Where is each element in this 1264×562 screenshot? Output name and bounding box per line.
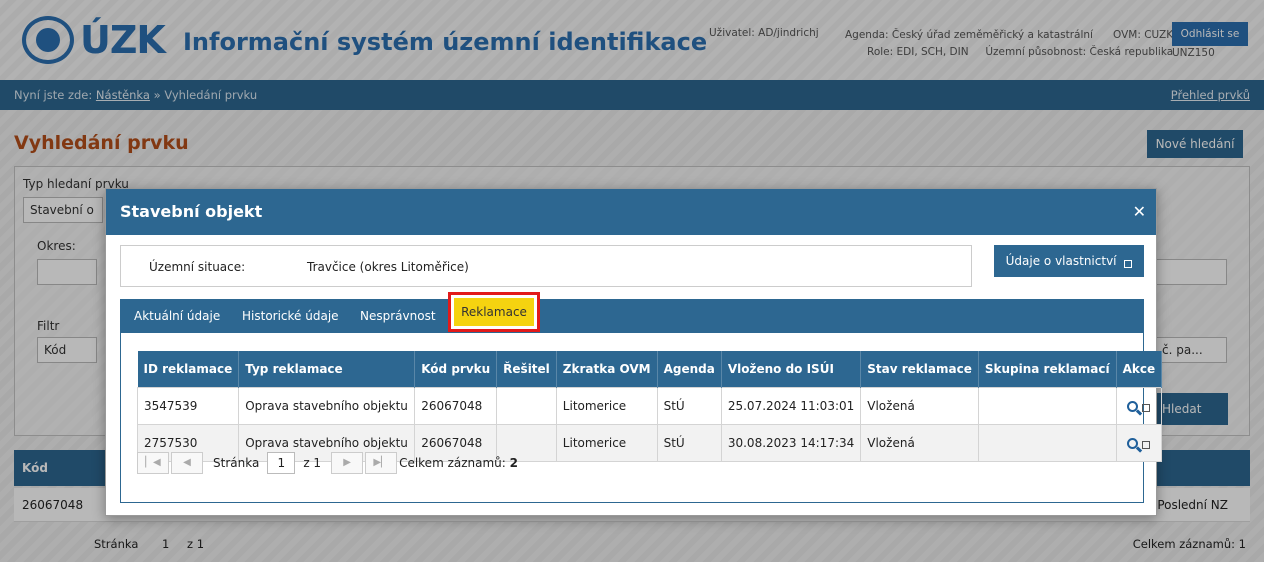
tab-reklamace[interactable]: Reklamace bbox=[448, 292, 540, 332]
col-inserted[interactable]: Vloženo do ISÚI bbox=[721, 351, 862, 387]
cell-group bbox=[977, 423, 1117, 462]
cell-inserted: 25.07.2024 11:03:01 bbox=[720, 386, 862, 425]
stavebni-objekt-dialog: Stavební objekt ✕ Územní situace: Travči… bbox=[105, 188, 1163, 516]
ownership-button-label: Údaje o vlastnictví bbox=[1005, 254, 1117, 268]
col-group[interactable]: Skupina reklamací bbox=[978, 351, 1117, 387]
cell-agenda: StÚ bbox=[656, 386, 722, 425]
cell-inserted: 30.08.2023 14:17:34 bbox=[720, 423, 862, 462]
external-link-icon[interactable] bbox=[1142, 441, 1151, 449]
cell-agenda: StÚ bbox=[656, 423, 722, 462]
table-row: 3547539 Oprava stavebního objektu 260670… bbox=[136, 386, 1163, 425]
first-page-icon[interactable]: ▏◀ bbox=[137, 452, 169, 474]
col-action: Akce bbox=[1116, 351, 1163, 387]
cell-id: 3547539 bbox=[136, 386, 240, 425]
col-ovm[interactable]: Zkratka OVM bbox=[556, 351, 658, 387]
col-solver[interactable]: Řešitel bbox=[496, 351, 557, 387]
pager-page-label: Stránka bbox=[213, 456, 260, 470]
situation-box: Územní situace: Travčice (okres Litoměři… bbox=[120, 245, 972, 287]
cell-ovm: Litomerice bbox=[555, 386, 658, 425]
next-page-icon[interactable]: ▶ bbox=[331, 452, 364, 474]
tab-nespravnost[interactable]: Nesprávnost bbox=[360, 299, 436, 333]
page-number-input[interactable]: 1 bbox=[267, 452, 296, 474]
cell-status: Vložená bbox=[860, 386, 979, 425]
close-icon[interactable]: ✕ bbox=[1133, 202, 1146, 221]
cell-status: Vložená bbox=[860, 423, 979, 462]
search-detail-icon[interactable] bbox=[1127, 437, 1139, 449]
external-link-icon[interactable] bbox=[1142, 404, 1151, 412]
cell-solver bbox=[496, 386, 557, 425]
tab-reklamace-label: Reklamace bbox=[454, 298, 534, 326]
pager-total: Celkem záznamů: 2 bbox=[399, 456, 518, 470]
external-link-icon bbox=[1124, 259, 1133, 268]
pager-of-label: z 1 bbox=[303, 456, 322, 470]
prev-page-icon[interactable]: ◀ bbox=[171, 452, 203, 474]
tab-aktualni-udaje[interactable]: Aktuální údaje bbox=[134, 299, 220, 333]
col-agenda[interactable]: Agenda bbox=[657, 351, 722, 387]
dialog-title: Stavební objekt bbox=[120, 202, 263, 221]
situation-value: Travčice (okres Litoměřice) bbox=[307, 260, 469, 274]
ownership-button[interactable]: Údaje o vlastnictví bbox=[994, 245, 1144, 277]
dialog-header: Stavební objekt ✕ bbox=[106, 189, 1156, 235]
table-header-row: ID reklamace Typ reklamace Kód prvku Řeš… bbox=[137, 351, 1163, 387]
cell-action bbox=[1115, 423, 1163, 462]
col-status[interactable]: Stav reklamace bbox=[860, 351, 979, 387]
cell-type: Oprava stavebního objektu bbox=[238, 386, 416, 425]
complaints-table: ID reklamace Typ reklamace Kód prvku Řeš… bbox=[136, 351, 1163, 462]
situation-label: Územní situace: bbox=[149, 260, 246, 274]
col-id[interactable]: ID reklamace bbox=[137, 351, 240, 387]
col-type[interactable]: Typ reklamace bbox=[238, 351, 416, 387]
col-element-code[interactable]: Kód prvku bbox=[414, 351, 498, 387]
search-detail-icon[interactable] bbox=[1127, 400, 1139, 412]
pager-total-label: Celkem záznamů: bbox=[399, 456, 506, 470]
cell-element-code: 26067048 bbox=[414, 386, 498, 425]
tab-bar: Aktuální údaje Historické údaje Nesprávn… bbox=[120, 292, 1144, 333]
cell-ovm: Litomerice bbox=[555, 423, 658, 462]
tab-panel-reklamace: ID reklamace Typ reklamace Kód prvku Řeš… bbox=[120, 333, 1163, 503]
last-page-icon[interactable]: ▶▏ bbox=[365, 452, 398, 474]
cell-group bbox=[977, 386, 1117, 425]
pager-total-value: 2 bbox=[509, 456, 519, 470]
tab-historicke-udaje[interactable]: Historické údaje bbox=[242, 299, 339, 333]
cell-action bbox=[1115, 386, 1163, 425]
dialog-pager: ▏◀ ◀ Stránka 1 z 1 ▶ ▶▏ Celkem záznamů: … bbox=[137, 451, 518, 475]
